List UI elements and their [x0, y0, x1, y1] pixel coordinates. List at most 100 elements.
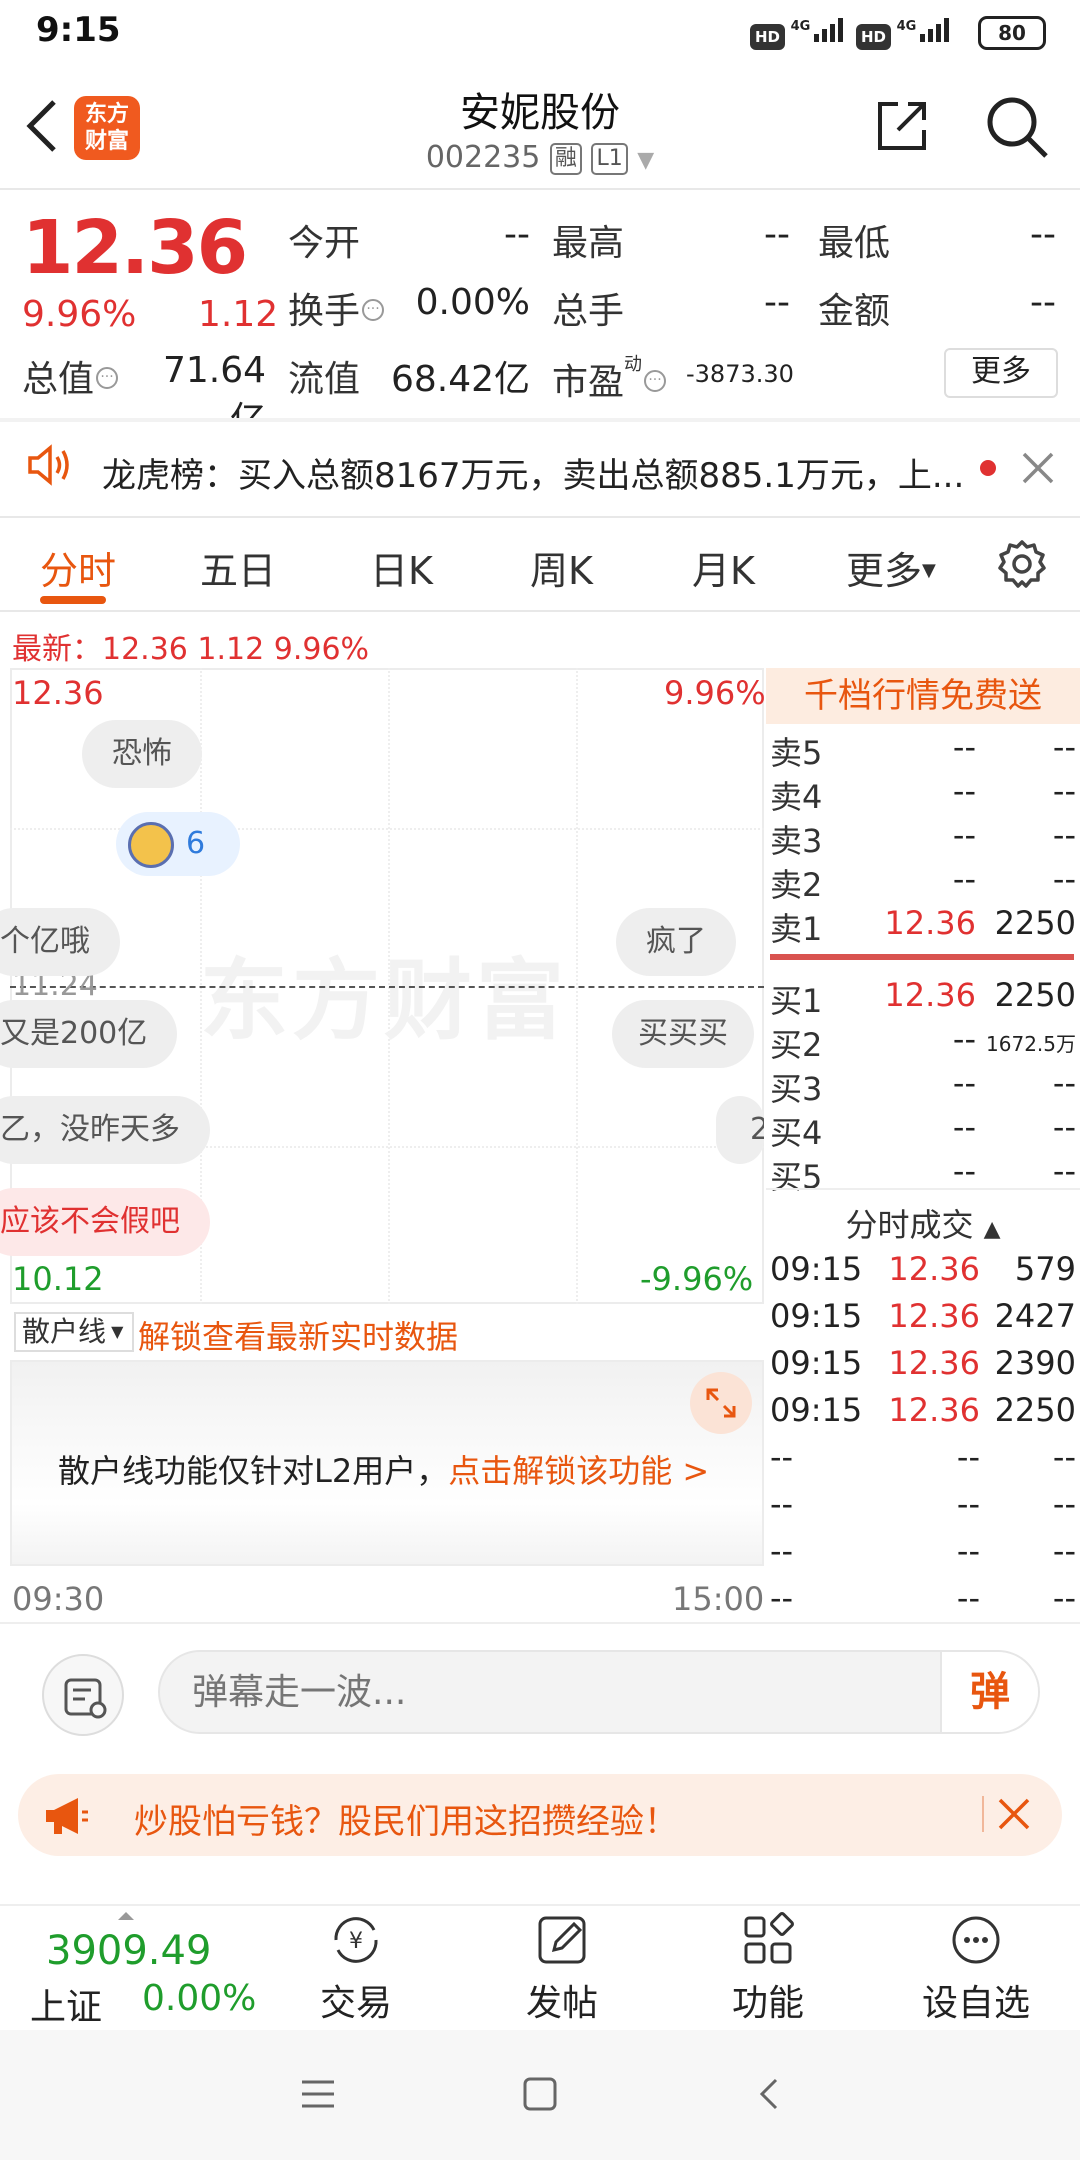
home-icon[interactable]: [522, 2076, 558, 2116]
battery-icon: 80: [978, 16, 1046, 50]
danmu-input[interactable]: [158, 1650, 1040, 1734]
bid-5-price: --: [952, 1152, 976, 1190]
app-logo[interactable]: 东方 财富: [74, 96, 140, 160]
trade-time: 09:15: [770, 1250, 863, 1288]
speaker-icon: [24, 440, 74, 490]
ask-1-vol: 2250: [994, 904, 1076, 942]
volume-value: --: [764, 282, 790, 323]
retail-line-select[interactable]: 散户线 ▼: [14, 1312, 134, 1352]
latest-quote-line: 最新：12.36 1.12 9.96%: [12, 632, 370, 667]
index-value[interactable]: 3909.49: [46, 1928, 211, 1974]
low-value: --: [1030, 214, 1056, 255]
bid-3-label: 买3: [770, 1070, 823, 1108]
gear-icon[interactable]: [996, 538, 1048, 590]
orderbook-divider: [766, 1188, 1080, 1190]
nav-functions[interactable]: 功能: [688, 1910, 848, 2024]
orderbook-promo[interactable]: 千档行情免费送: [766, 668, 1080, 724]
share-icon[interactable]: [872, 96, 932, 156]
danmu-bullet[interactable]: 2: [716, 1096, 764, 1164]
tab-more[interactable]: 更多▼: [846, 540, 936, 595]
tab-daily-k[interactable]: 日K: [370, 540, 433, 595]
expand-icon[interactable]: [690, 1372, 752, 1434]
menu-icon[interactable]: [300, 2076, 336, 2116]
danmu-bullet[interactable]: 买买买: [612, 1000, 754, 1068]
change-amount: 1.12: [198, 294, 279, 335]
trade-time: 09:15: [770, 1344, 863, 1382]
nav-trade[interactable]: ¥ 交易: [276, 1910, 436, 2024]
header-divider: [0, 188, 1080, 190]
x-axis-end: 15:00: [672, 1580, 765, 1618]
retail-unlock-link[interactable]: 解锁查看最新实时数据: [138, 1312, 458, 1358]
megaphone-icon: [42, 1792, 90, 1840]
danmu-bullet[interactable]: 恐怖: [82, 720, 202, 788]
retail-info: 散户线功能仅针对L2用户，点击解锁该功能 >: [58, 1452, 710, 1490]
dropdown-icon[interactable]: ▼: [637, 148, 654, 173]
ask-2-label: 卖2: [770, 866, 823, 904]
watermark: 东方财富: [200, 949, 569, 1052]
index-name[interactable]: 上证: [30, 1978, 102, 2030]
danmu-bullet[interactable]: 又是200亿: [0, 1000, 178, 1068]
bid-4-price: --: [952, 1108, 976, 1146]
nav-label: 设自选: [921, 1983, 1030, 2024]
pe-value: -3873.30: [686, 360, 794, 388]
amount-label: 金额: [818, 291, 891, 332]
unlock-feature-link[interactable]: 点击解锁该功能 >: [448, 1452, 709, 1490]
trade-price: 12.36: [888, 1344, 980, 1382]
trades-header[interactable]: 分时成交 ▲: [766, 1200, 1080, 1246]
comment-divider: [0, 1622, 1080, 1624]
ask-4-price: --: [952, 772, 976, 810]
index-change[interactable]: 0.00%: [142, 1978, 256, 2019]
avatar-count: 6: [186, 826, 206, 861]
trade-price: --: [956, 1438, 980, 1476]
close-icon[interactable]: [1018, 448, 1058, 488]
nav-add-watchlist[interactable]: 设自选: [896, 1910, 1056, 2024]
nav-divider: [0, 1904, 1080, 1906]
trade-vol: 2390: [994, 1344, 1076, 1382]
bid-4-vol: --: [1052, 1108, 1076, 1146]
danmu-settings-icon[interactable]: [42, 1654, 124, 1736]
status-time: 9:15: [36, 10, 121, 50]
tab-intraday[interactable]: 分时: [40, 540, 116, 595]
ad-text[interactable]: 炒股怕亏钱？股民们用这招攒经验！: [134, 1794, 678, 1843]
y-axis-max-price: 12.36: [12, 674, 104, 712]
ask-2-vol: --: [1052, 860, 1076, 898]
banner-text[interactable]: 龙虎榜：买入总额8167万元，卖出总额885.1万元，上...: [102, 448, 972, 497]
search-icon[interactable]: [984, 94, 1050, 160]
orderbook-divider: [770, 954, 1074, 960]
back-nav-icon[interactable]: [752, 2076, 788, 2116]
danmu-bullet[interactable]: 疯了: [616, 908, 736, 976]
ask-3-price: --: [952, 816, 976, 854]
turnover-label[interactable]: 换手 ···: [288, 282, 385, 334]
danmu-bullet[interactable]: 应该不会假吧: [0, 1188, 210, 1256]
prev-close-line: [10, 986, 764, 988]
tabs-divider: [0, 610, 1080, 612]
danmu-send-button[interactable]: 弹: [940, 1652, 1038, 1732]
info-icon[interactable]: ···: [644, 370, 667, 392]
svg-text:¥: ¥: [349, 1929, 363, 1954]
total-cap-label[interactable]: 总值 ···: [22, 350, 119, 402]
stock-code-row: 002235 融 L1 ▼: [340, 140, 740, 175]
pe-label[interactable]: 市盈动···: [552, 350, 667, 405]
ask-3-vol: --: [1052, 816, 1076, 854]
info-icon[interactable]: ···: [96, 367, 119, 389]
danmu-bullet[interactable]: 个亿哦: [0, 908, 120, 976]
bid-1-vol: 2250: [994, 976, 1076, 1014]
margin-tag: 融: [549, 142, 582, 175]
tab-five-day[interactable]: 五日: [200, 540, 276, 595]
ask-5-price: --: [952, 728, 976, 766]
info-icon[interactable]: ···: [362, 299, 385, 321]
tab-monthly-k[interactable]: 月K: [692, 540, 755, 595]
trade-time: --: [770, 1579, 794, 1617]
back-icon[interactable]: [22, 96, 62, 156]
caret-down-icon: ▼: [106, 1322, 124, 1341]
ask-5-label: 卖5: [770, 734, 823, 772]
close-icon[interactable]: [994, 1794, 1034, 1834]
trade-time: --: [770, 1438, 794, 1476]
more-quote-button[interactable]: 更多: [944, 348, 1058, 398]
trade-vol: 2250: [994, 1391, 1076, 1429]
tab-weekly-k[interactable]: 周K: [530, 540, 593, 595]
nav-post[interactable]: 发帖: [482, 1910, 642, 2024]
high-value: --: [764, 214, 790, 255]
active-tab-indicator: [40, 596, 106, 604]
danmu-bullet[interactable]: 乙，没昨天多: [0, 1096, 210, 1164]
